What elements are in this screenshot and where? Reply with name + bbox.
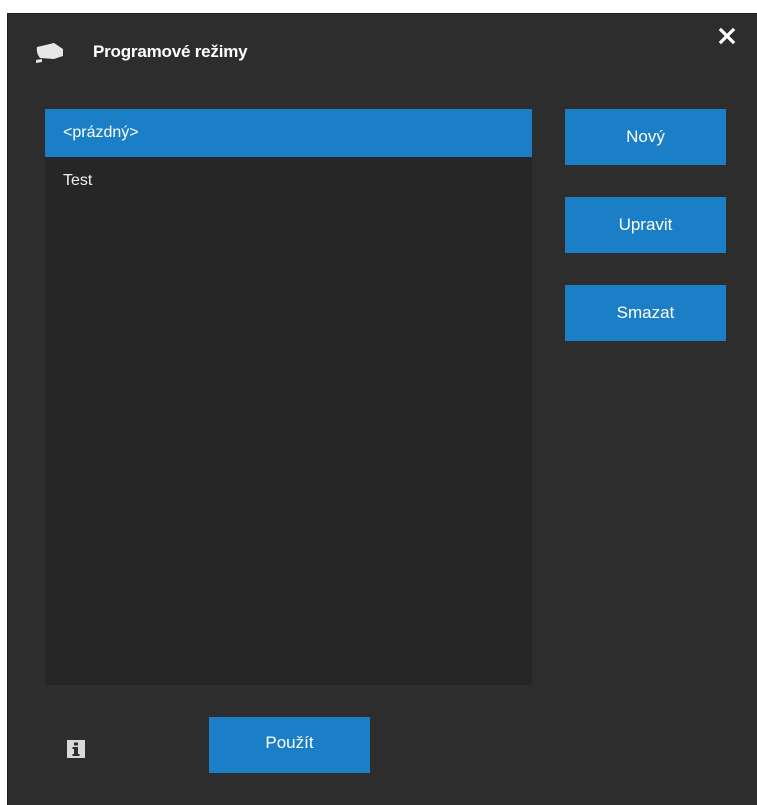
info-icon[interactable] bbox=[66, 739, 86, 759]
list-item-test[interactable]: Test bbox=[45, 157, 532, 205]
delete-button[interactable]: Smazat bbox=[565, 285, 726, 341]
dialog-title: Programové režimy bbox=[93, 42, 248, 61]
close-icon[interactable] bbox=[715, 24, 739, 48]
edit-button[interactable]: Upravit bbox=[565, 197, 726, 253]
new-button[interactable]: Nový bbox=[565, 109, 726, 165]
apply-button[interactable]: Použít bbox=[209, 717, 370, 773]
camera-icon bbox=[32, 40, 68, 64]
dialog-titlebar: Programové režimy bbox=[8, 14, 757, 84]
list-item-empty[interactable]: <prázdný> bbox=[45, 109, 532, 157]
program-modes-dialog: Programové režimy <prázdný> Test Nový Up… bbox=[8, 14, 757, 805]
program-modes-list[interactable]: <prázdný> Test bbox=[45, 109, 532, 685]
